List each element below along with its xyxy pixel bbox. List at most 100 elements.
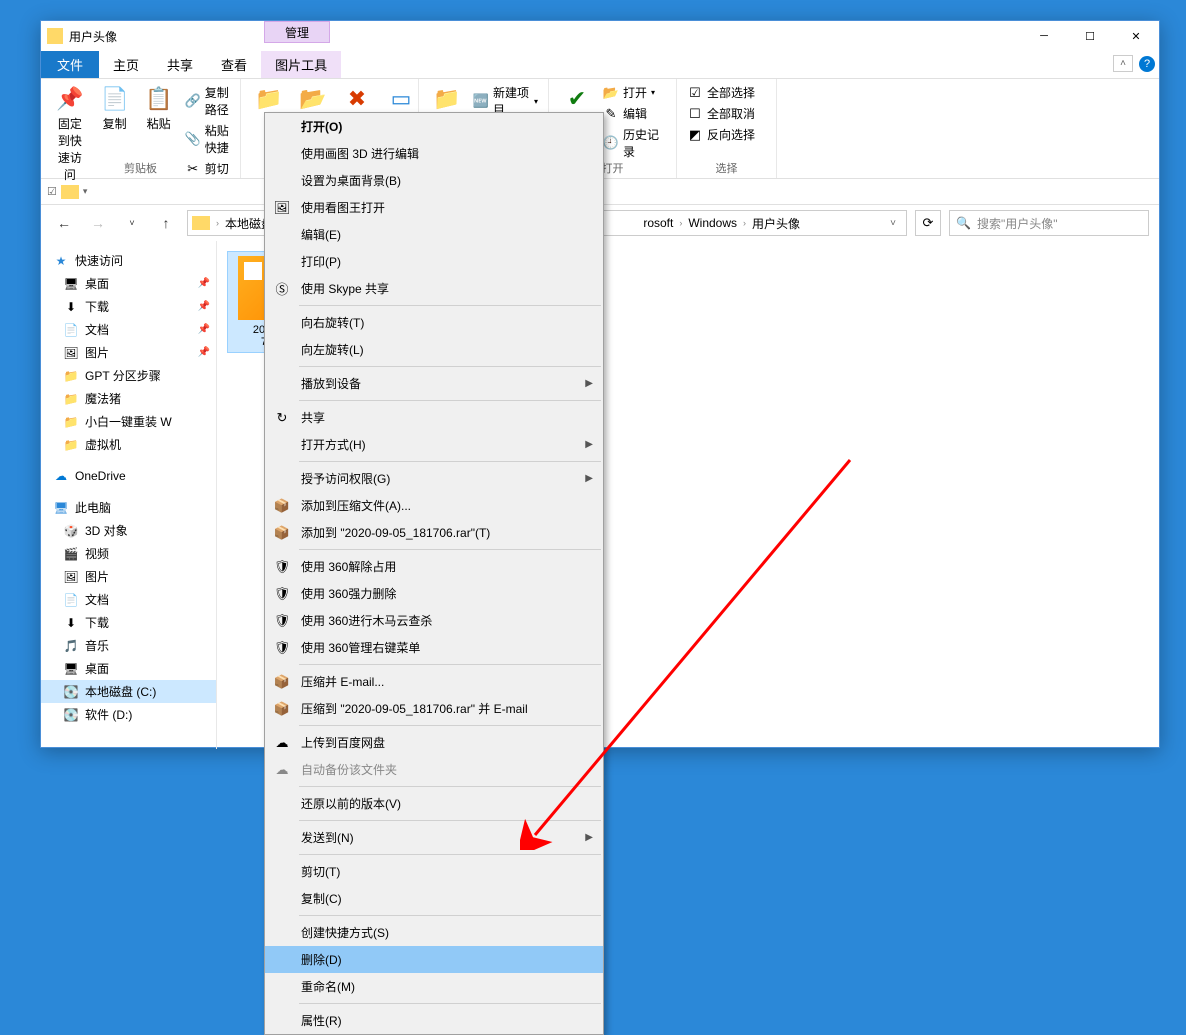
sidebar-item[interactable]: 📄文档 <box>41 588 216 611</box>
copy-to-icon: 📂 <box>297 83 329 115</box>
context-menu-item[interactable]: 📦压缩并 E-mail... <box>265 668 603 695</box>
context-menu-item[interactable]: 打印(P) <box>265 248 603 275</box>
copy-path-button[interactable]: 🔗复制路径 <box>181 83 234 119</box>
breadcrumb-seg[interactable]: 用户头像 <box>748 215 804 232</box>
context-menu-item[interactable]: 创建快捷方式(S) <box>265 919 603 946</box>
menu-separator <box>299 305 601 306</box>
invert-selection-button[interactable]: ◩反向选择 <box>683 125 770 144</box>
sidebar-item[interactable]: 📁GPT 分区步骤 <box>41 364 216 387</box>
sidebar-item[interactable]: 🖥桌面📌 <box>41 272 216 295</box>
sidebar-item[interactable]: ⬇下载📌 <box>41 295 216 318</box>
context-menu-item[interactable]: 向左旋转(L) <box>265 336 603 363</box>
context-menu-item[interactable]: 📦添加到 "2020-09-05_181706.rar"(T) <box>265 519 603 546</box>
back-button[interactable]: ← <box>51 210 77 236</box>
close-button[interactable]: ✕ <box>1113 21 1159 51</box>
open-button[interactable]: 📂打开▾ <box>599 83 670 102</box>
invert-icon: ◩ <box>687 127 703 143</box>
item-icon: 📁 <box>63 392 79 406</box>
collapse-ribbon-icon[interactable]: ˄ <box>1113 55 1133 72</box>
pin-icon: 📌 <box>198 278 210 289</box>
tab-home[interactable]: 主页 <box>99 51 153 78</box>
context-menu-item[interactable]: 重命名(M) <box>265 973 603 1000</box>
context-menu-item[interactable]: 使用画图 3D 进行编辑 <box>265 140 603 167</box>
forward-button[interactable]: → <box>85 210 111 236</box>
breadcrumb-seg[interactable]: Windows <box>684 216 741 230</box>
menu-item-icon: 🖼 <box>273 199 291 217</box>
tab-view[interactable]: 查看 <box>207 51 261 78</box>
submenu-arrow-icon: ▶ <box>585 832 593 843</box>
edit-button[interactable]: ✎编辑 <box>599 104 670 123</box>
titlebar: 用户头像 管理 ─ ☐ ✕ <box>41 21 1159 51</box>
sidebar-item[interactable]: 💽本地磁盘 (C:) <box>41 680 216 703</box>
sidebar-item[interactable]: 💽软件 (D:) <box>41 703 216 726</box>
context-menu-item[interactable]: 📦压缩到 "2020-09-05_181706.rar" 并 E-mail <box>265 695 603 722</box>
context-menu-item[interactable]: ↻共享 <box>265 404 603 431</box>
sidebar-quick-access[interactable]: ★快速访问 <box>41 249 216 272</box>
context-menu-item[interactable]: 🖼使用看图王打开 <box>265 194 603 221</box>
sidebar-item[interactable]: ⬇下载 <box>41 611 216 634</box>
help-icon[interactable]: ? <box>1139 56 1155 72</box>
sidebar-onedrive[interactable]: ☁OneDrive <box>41 466 216 486</box>
breadcrumb-dropdown-icon[interactable]: ˅ <box>884 218 902 229</box>
context-menu-item: ☁自动备份该文件夹 <box>265 756 603 783</box>
context-menu-item[interactable]: 打开方式(H)▶ <box>265 431 603 458</box>
sidebar-this-pc[interactable]: 🖥此电脑 <box>41 496 216 519</box>
sidebar-item[interactable]: 📄文档📌 <box>41 318 216 341</box>
sidebar-item[interactable]: 🎵音乐 <box>41 634 216 657</box>
context-menu-item[interactable]: 还原以前的版本(V) <box>265 790 603 817</box>
context-menu-item[interactable]: ☁上传到百度网盘 <box>265 729 603 756</box>
search-input[interactable]: 🔍 搜索"用户头像" <box>949 210 1149 236</box>
item-icon: 💽 <box>63 708 79 722</box>
maximize-button[interactable]: ☐ <box>1067 21 1113 51</box>
history-button[interactable]: 🕘历史记录 <box>599 125 670 161</box>
delete-icon: ✖ <box>341 83 373 115</box>
menu-separator <box>299 400 601 401</box>
tab-picture-tools[interactable]: 图片工具 <box>261 51 341 78</box>
sidebar-item[interactable]: 📁魔法猪 <box>41 387 216 410</box>
select-none-button[interactable]: ☐全部取消 <box>683 104 770 123</box>
sidebar-item[interactable]: 🎬视频 <box>41 542 216 565</box>
up-button[interactable]: ↑ <box>153 210 179 236</box>
new-folder-icon: 📁 <box>431 83 463 115</box>
menu-separator <box>299 549 601 550</box>
context-menu-item[interactable]: 剪切(T) <box>265 858 603 885</box>
context-menu-item[interactable]: 授予访问权限(G)▶ <box>265 465 603 492</box>
copy-button[interactable]: 📄 复制 <box>93 81 137 134</box>
context-menu-item[interactable]: 删除(D) <box>265 946 603 973</box>
sidebar-item[interactable]: 🖼图片 <box>41 565 216 588</box>
breadcrumb-seg[interactable]: rosoft <box>639 216 677 230</box>
navigation-sidebar: ★快速访问 🖥桌面📌⬇下载📌📄文档📌🖼图片📌📁GPT 分区步骤📁魔法猪📁小白一键… <box>41 241 217 749</box>
context-menu-item[interactable]: 属性(R) <box>265 1007 603 1034</box>
context-menu-item[interactable]: 🛡使用 360管理右键菜单 <box>265 634 603 661</box>
context-menu-item[interactable]: 🛡使用 360解除占用 <box>265 553 603 580</box>
sidebar-item[interactable]: 📁虚拟机 <box>41 433 216 456</box>
minimize-button[interactable]: ─ <box>1021 21 1067 51</box>
context-menu-item[interactable]: 打开(O) <box>265 113 603 140</box>
copy-icon: 📄 <box>99 83 131 115</box>
tab-share[interactable]: 共享 <box>153 51 207 78</box>
context-menu-item[interactable]: 复制(C) <box>265 885 603 912</box>
refresh-button[interactable]: ⟳ <box>915 210 941 236</box>
context-menu-item[interactable]: 发送到(N)▶ <box>265 824 603 851</box>
sidebar-item[interactable]: 🖼图片📌 <box>41 341 216 364</box>
context-menu-item[interactable]: 🛡使用 360进行木马云查杀 <box>265 607 603 634</box>
context-menu-item[interactable]: 🛡使用 360强力删除 <box>265 580 603 607</box>
sidebar-item[interactable]: 🖥桌面 <box>41 657 216 680</box>
paste-shortcut-button[interactable]: 📎粘贴快捷 <box>181 121 234 157</box>
paste-button[interactable]: 📋 粘贴 <box>137 81 181 134</box>
context-menu-item[interactable]: Ⓢ使用 Skype 共享 <box>265 275 603 302</box>
file-menu[interactable]: 文件 <box>41 51 99 78</box>
context-menu-item[interactable]: 设置为桌面背景(B) <box>265 167 603 194</box>
context-menu-item[interactable]: 向右旋转(T) <box>265 309 603 336</box>
qat-folder-icon[interactable] <box>61 185 79 199</box>
qat-dropdown-icon[interactable]: ▾ <box>83 186 88 197</box>
manage-tab[interactable]: 管理 <box>264 21 330 43</box>
context-menu-item[interactable]: 📦添加到压缩文件(A)... <box>265 492 603 519</box>
select-all-button[interactable]: ☑全部选择 <box>683 83 770 102</box>
qat-check-icon[interactable]: ☑ <box>47 185 57 198</box>
context-menu-item[interactable]: 编辑(E) <box>265 221 603 248</box>
sidebar-item[interactable]: 🎲3D 对象 <box>41 519 216 542</box>
context-menu-item[interactable]: 播放到设备▶ <box>265 370 603 397</box>
sidebar-item[interactable]: 📁小白一键重装 W <box>41 410 216 433</box>
recent-dropdown[interactable]: ˅ <box>119 210 145 236</box>
